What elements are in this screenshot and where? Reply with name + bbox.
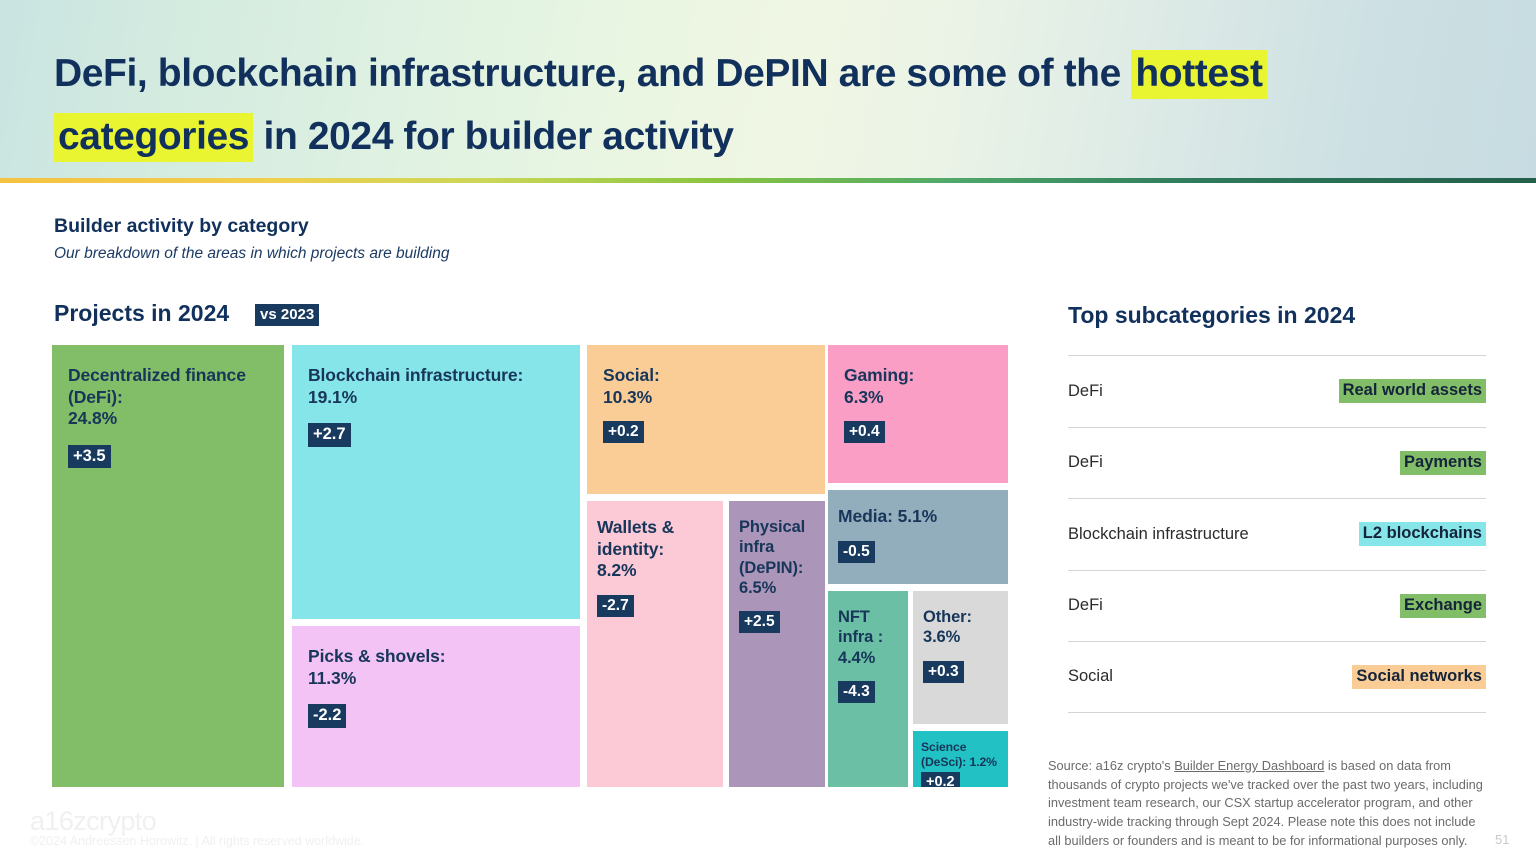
treemap-cell-value: 3.6% — [923, 628, 961, 647]
treemap-cell-value: 11.3% — [308, 667, 357, 688]
treemap-cell-media[interactable]: Media: 5.1% -0.5 — [828, 490, 1008, 584]
treemap-cell-value: 6.3% — [844, 386, 884, 407]
treemap-chart: Decentralized finance (DeFi): 24.8% +3.5… — [52, 345, 1008, 787]
row-category: DeFi — [1068, 453, 1103, 472]
treemap-cell-label: Science (DeSci): 1.2% — [921, 740, 997, 769]
treemap-cell-delta: +0.3 — [923, 660, 964, 683]
section-title: Builder activity by category — [54, 215, 309, 237]
row-subcategory-tag: Social networks — [1352, 664, 1486, 689]
treemap-cell-label: Decentralized finance (DeFi): — [68, 365, 246, 407]
treemap-cell-delta: -0.5 — [838, 540, 875, 563]
treemap-cell-delta: -4.3 — [838, 680, 875, 704]
treemap-cell-delta: +2.5 — [739, 611, 780, 634]
headline-text-after: in 2024 for builder activity — [253, 115, 734, 159]
treemap-cell-value: 4.4% — [838, 648, 876, 667]
row-subcategory-tag: L2 blockchains — [1358, 522, 1486, 547]
treemap-cell-delta: -2.2 — [308, 704, 347, 728]
treemap-cell-delta: +2.7 — [308, 423, 351, 447]
row-subcategory-tag: Payments — [1400, 450, 1486, 475]
treemap-cell-label: Media: 5.1% — [838, 506, 938, 526]
treemap-cell-delta: +0.2 — [921, 772, 960, 787]
table-row[interactable]: Blockchain infrastructure L2 blockchains — [1068, 498, 1486, 570]
treemap-cell-label: Other: — [923, 608, 972, 626]
treemap-cell-label: NFT infra : — [838, 608, 884, 647]
treemap-cell-wallets-identity[interactable]: Wallets & identity: 8.2% -2.7 — [587, 501, 723, 787]
table-row[interactable]: DeFi Exchange — [1068, 569, 1486, 642]
treemap-cell-label: Social: — [603, 365, 660, 385]
panel-title: Top subcategories in 2024 — [1068, 302, 1356, 328]
treemap-cell-value: 6.5% — [739, 578, 777, 597]
copyright-text: ©2024 Andreessen Horowitz. | All rights … — [30, 834, 365, 848]
page-number: 51 — [1495, 832, 1510, 847]
row-category: DeFi — [1068, 381, 1103, 400]
source-link[interactable]: Builder Energy Dashboard — [1174, 758, 1324, 773]
treemap-cell-label: Physical infra (DePIN): — [739, 518, 806, 577]
slide: DeFi, blockchain infrastructure, and DeP… — [0, 0, 1536, 864]
source-prefix: Source: a16z crypto's — [1048, 758, 1175, 773]
treemap-cell-science-desci[interactable]: Science (DeSci): 1.2% +0.2 — [913, 731, 1008, 787]
treemap-cell-value: 10.3% — [603, 386, 653, 407]
treemap-cell-label: Wallets & identity: — [597, 517, 675, 559]
treemap-cell-delta: +3.5 — [68, 444, 111, 469]
treemap-cell-label: Blockchain infrastructure: — [308, 365, 524, 385]
header-divider-rule — [0, 178, 1536, 183]
treemap-cell-label: Picks & shovels: — [308, 646, 446, 666]
treemap-cell-delta: +0.2 — [603, 421, 644, 444]
row-category: DeFi — [1068, 596, 1103, 615]
row-category: Blockchain infrastructure — [1068, 524, 1249, 543]
table-row[interactable]: DeFi Real world assets — [1068, 355, 1486, 427]
row-category: Social — [1068, 667, 1113, 686]
table-row[interactable]: Social Social networks — [1068, 641, 1486, 713]
treemap-cell-gaming[interactable]: Gaming: 6.3% +0.4 — [828, 345, 1008, 483]
treemap-cell-delta: +0.4 — [844, 421, 885, 444]
row-subcategory-tag: Real world assets — [1338, 379, 1486, 404]
top-subcategories-table: DeFi Real world assets DeFi Payments Blo… — [1068, 355, 1486, 713]
chart-title: Projects in 2024 — [54, 300, 230, 326]
treemap-cell-label: Gaming: — [844, 365, 915, 385]
row-subcategory-tag: Exchange — [1400, 593, 1486, 618]
source-note: Source: a16z crypto's Builder Energy Das… — [1048, 757, 1488, 850]
treemap-cell-value: 8.2% — [597, 560, 637, 581]
treemap-cell-picks-and-shovels[interactable]: Picks & shovels: 11.3% -2.2 — [292, 626, 580, 787]
treemap-cell-defi[interactable]: Decentralized finance (DeFi): 24.8% +3.5 — [52, 345, 284, 787]
treemap-cell-other[interactable]: Other: 3.6% +0.3 — [913, 591, 1008, 724]
treemap-cell-delta: -2.7 — [597, 594, 634, 617]
vs-2023-badge: vs 2023 — [255, 304, 320, 327]
treemap-cell-value: 24.8% — [68, 408, 118, 429]
section-subtitle: Our breakdown of the areas in which proj… — [54, 245, 450, 262]
treemap-cell-blockchain-infrastructure[interactable]: Blockchain infrastructure: 19.1% +2.7 — [292, 345, 580, 619]
treemap-cell-physical-infra-depin[interactable]: Physical infra (DePIN): 6.5% +2.5 — [729, 501, 825, 787]
treemap-cell-nft-infra[interactable]: NFT infra : 4.4% -4.3 — [828, 591, 908, 787]
a16zcrypto-logo: a16zcrypto — [30, 806, 157, 836]
page-title: DeFi, blockchain infrastructure, and DeP… — [54, 42, 1384, 168]
table-row[interactable]: DeFi Payments — [1068, 426, 1486, 499]
treemap-cell-social[interactable]: Social: 10.3% +0.2 — [587, 345, 825, 494]
treemap-cell-value: 19.1% — [308, 386, 358, 407]
headline-text-before: DeFi, blockchain infrastructure, and DeP… — [54, 52, 1132, 95]
